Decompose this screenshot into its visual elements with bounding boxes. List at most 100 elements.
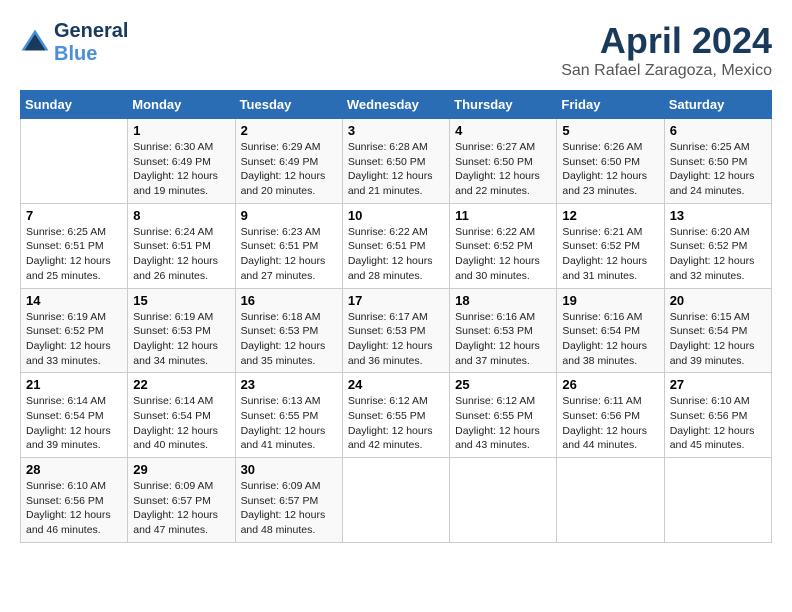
day-number: 22: [133, 377, 229, 392]
day-info: Sunrise: 6:30 AM Sunset: 6:49 PM Dayligh…: [133, 140, 229, 199]
month-title: April 2024: [561, 20, 772, 62]
day-number: 30: [241, 462, 337, 477]
logo-text-line1: General: [54, 20, 128, 43]
calendar-cell: 22Sunrise: 6:14 AM Sunset: 6:54 PM Dayli…: [128, 373, 235, 458]
day-info: Sunrise: 6:12 AM Sunset: 6:55 PM Dayligh…: [455, 394, 551, 453]
calendar-cell: 19 Sunrise: 6:16 AM Sunset: 6:54 PM Dayli…: [557, 288, 664, 373]
day-number: 29: [133, 462, 229, 477]
location: San Rafael Zaragoza, Mexico: [561, 62, 772, 80]
day-number: 21: [26, 377, 122, 392]
calendar-cell: 27 Sunrise: 6:10 AM Sunset: 6:56 PM Dayli…: [664, 373, 771, 458]
calendar-cell: 4 Sunrise: 6:27 AM Sunset: 6:50 PM Daylig…: [450, 119, 557, 204]
title-block: April 2024 San Rafael Zaragoza, Mexico: [561, 20, 772, 80]
day-number: 5: [562, 123, 658, 138]
day-info: Sunrise: 6:28 AM Sunset: 6:50 PM Dayligh…: [348, 140, 444, 199]
logo-icon: [20, 28, 50, 58]
calendar-cell: 5 Sunrise: 6:26 AM Sunset: 6:50 PM Daylig…: [557, 119, 664, 204]
day-info: Sunrise: 6:14 AM Sunset: 6:54 PM Dayligh…: [26, 394, 122, 453]
calendar-cell: 9Sunrise: 6:23 AM Sunset: 6:51 PM Daylig…: [235, 203, 342, 288]
day-number: 4: [455, 123, 551, 138]
day-info: Sunrise: 6:13 AM Sunset: 6:55 PM Dayligh…: [241, 394, 337, 453]
day-number: 14: [26, 293, 122, 308]
day-number: 3: [348, 123, 444, 138]
calendar-cell: [21, 119, 128, 204]
logo: General Blue: [20, 20, 128, 66]
day-info: Sunrise: 6:15 AM Sunset: 6:54 PM Dayligh…: [670, 310, 766, 369]
col-header-friday: Friday: [557, 91, 664, 119]
day-info: Sunrise: 6:10 AM Sunset: 6:56 PM Dayligh…: [670, 394, 766, 453]
calendar-cell: 23 Sunrise: 6:13 AM Sunset: 6:55 PM Dayli…: [235, 373, 342, 458]
day-info: Sunrise: 6:24 AM Sunset: 6:51 PM Dayligh…: [133, 225, 229, 284]
day-number: 8: [133, 208, 229, 223]
calendar-cell: 7 Sunrise: 6:25 AM Sunset: 6:51 PM Daylig…: [21, 203, 128, 288]
col-header-sunday: Sunday: [21, 91, 128, 119]
logo-text-line2: Blue: [54, 43, 128, 66]
calendar-cell: 13Sunrise: 6:20 AM Sunset: 6:52 PM Dayli…: [664, 203, 771, 288]
calendar-cell: 3 Sunrise: 6:28 AM Sunset: 6:50 PM Daylig…: [342, 119, 449, 204]
day-number: 15: [133, 293, 229, 308]
calendar-cell: 11 Sunrise: 6:22 AM Sunset: 6:52 PM Dayli…: [450, 203, 557, 288]
day-number: 20: [670, 293, 766, 308]
page-header: General Blue April 2024 San Rafael Zarag…: [20, 20, 772, 80]
day-number: 11: [455, 208, 551, 223]
day-number: 12: [562, 208, 658, 223]
col-header-thursday: Thursday: [450, 91, 557, 119]
day-info: Sunrise: 6:16 AM Sunset: 6:54 PM Dayligh…: [562, 310, 658, 369]
calendar-cell: 15 Sunrise: 6:19 AM Sunset: 6:53 PM Dayli…: [128, 288, 235, 373]
day-number: 28: [26, 462, 122, 477]
day-info: Sunrise: 6:25 AM Sunset: 6:50 PM Dayligh…: [670, 140, 766, 199]
calendar-cell: 21 Sunrise: 6:14 AM Sunset: 6:54 PM Dayli…: [21, 373, 128, 458]
day-number: 9: [241, 208, 337, 223]
calendar-cell: 17 Sunrise: 6:17 AM Sunset: 6:53 PM Dayli…: [342, 288, 449, 373]
day-info: Sunrise: 6:22 AM Sunset: 6:52 PM Dayligh…: [455, 225, 551, 284]
calendar-cell: 6 Sunrise: 6:25 AM Sunset: 6:50 PM Daylig…: [664, 119, 771, 204]
day-number: 23: [241, 377, 337, 392]
col-header-wednesday: Wednesday: [342, 91, 449, 119]
day-info: Sunrise: 6:19 AM Sunset: 6:52 PM Dayligh…: [26, 310, 122, 369]
day-number: 6: [670, 123, 766, 138]
calendar-cell: 12 Sunrise: 6:21 AM Sunset: 6:52 PM Dayli…: [557, 203, 664, 288]
calendar-cell: 16 Sunrise: 6:18 AM Sunset: 6:53 PM Dayli…: [235, 288, 342, 373]
day-number: 17: [348, 293, 444, 308]
calendar-cell: 14 Sunrise: 6:19 AM Sunset: 6:52 PM Dayli…: [21, 288, 128, 373]
day-number: 25: [455, 377, 551, 392]
day-info: Sunrise: 6:11 AM Sunset: 6:56 PM Dayligh…: [562, 394, 658, 453]
day-number: 16: [241, 293, 337, 308]
day-number: 2: [241, 123, 337, 138]
col-header-tuesday: Tuesday: [235, 91, 342, 119]
day-info: Sunrise: 6:26 AM Sunset: 6:50 PM Dayligh…: [562, 140, 658, 199]
calendar-cell: 1 Sunrise: 6:30 AM Sunset: 6:49 PM Daylig…: [128, 119, 235, 204]
day-info: Sunrise: 6:09 AM Sunset: 6:57 PM Dayligh…: [133, 479, 229, 538]
day-number: 7: [26, 208, 122, 223]
day-info: Sunrise: 6:22 AM Sunset: 6:51 PM Dayligh…: [348, 225, 444, 284]
day-info: Sunrise: 6:27 AM Sunset: 6:50 PM Dayligh…: [455, 140, 551, 199]
day-info: Sunrise: 6:09 AM Sunset: 6:57 PM Dayligh…: [241, 479, 337, 538]
calendar-cell: 8 Sunrise: 6:24 AM Sunset: 6:51 PM Daylig…: [128, 203, 235, 288]
day-info: Sunrise: 6:21 AM Sunset: 6:52 PM Dayligh…: [562, 225, 658, 284]
day-info: Sunrise: 6:20 AM Sunset: 6:52 PM Dayligh…: [670, 225, 766, 284]
day-number: 27: [670, 377, 766, 392]
calendar-cell: [664, 458, 771, 543]
day-number: 18: [455, 293, 551, 308]
day-number: 10: [348, 208, 444, 223]
day-number: 24: [348, 377, 444, 392]
calendar-cell: 24Sunrise: 6:12 AM Sunset: 6:55 PM Dayli…: [342, 373, 449, 458]
col-header-saturday: Saturday: [664, 91, 771, 119]
calendar-cell: 28Sunrise: 6:10 AM Sunset: 6:56 PM Dayli…: [21, 458, 128, 543]
calendar-cell: 25 Sunrise: 6:12 AM Sunset: 6:55 PM Dayli…: [450, 373, 557, 458]
day-info: Sunrise: 6:18 AM Sunset: 6:53 PM Dayligh…: [241, 310, 337, 369]
day-info: Sunrise: 6:19 AM Sunset: 6:53 PM Dayligh…: [133, 310, 229, 369]
day-info: Sunrise: 6:17 AM Sunset: 6:53 PM Dayligh…: [348, 310, 444, 369]
day-number: 26: [562, 377, 658, 392]
calendar-cell: [342, 458, 449, 543]
calendar-cell: [450, 458, 557, 543]
calendar-cell: [557, 458, 664, 543]
day-info: Sunrise: 6:25 AM Sunset: 6:51 PM Dayligh…: [26, 225, 122, 284]
calendar-cell: 2Sunrise: 6:29 AM Sunset: 6:49 PM Daylig…: [235, 119, 342, 204]
calendar-cell: 10 Sunrise: 6:22 AM Sunset: 6:51 PM Dayli…: [342, 203, 449, 288]
day-number: 19: [562, 293, 658, 308]
calendar-cell: 20 Sunrise: 6:15 AM Sunset: 6:54 PM Dayli…: [664, 288, 771, 373]
calendar-cell: 26 Sunrise: 6:11 AM Sunset: 6:56 PM Dayli…: [557, 373, 664, 458]
day-number: 1: [133, 123, 229, 138]
calendar-table: SundayMondayTuesdayWednesdayThursdayFrid…: [20, 90, 772, 543]
